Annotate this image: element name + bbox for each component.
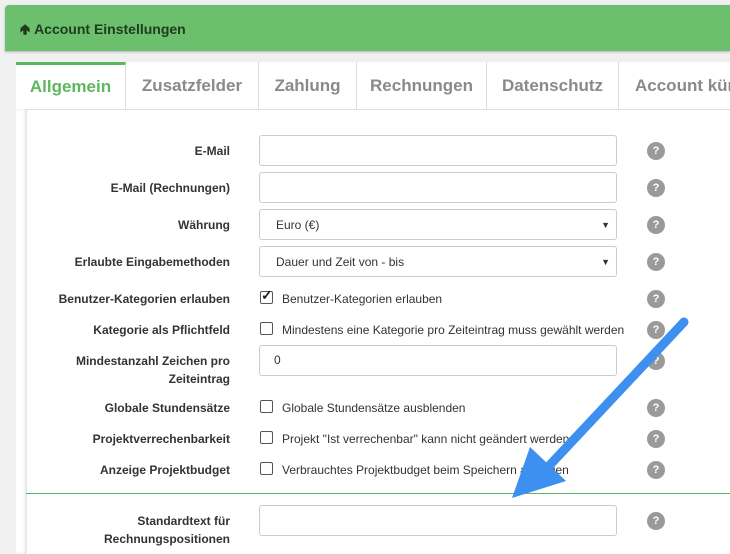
min-chars-label-line2: Zeiteintrag [168,372,230,386]
page-title[interactable]: 🢁 Account Einstellungen [20,19,186,43]
hourly-rates-checkbox[interactable] [260,400,273,413]
billability-checkbox[interactable] [260,431,273,444]
help-icon-min-chars[interactable]: ? [647,352,665,370]
tab-zusatzfelder[interactable]: Zusatzfelder [126,62,259,109]
section-divider [26,493,730,494]
billability-option: Projekt "Ist verrechenbar" kann nicht ge… [260,431,569,447]
email-label: E-Mail [194,144,230,158]
input-methods-select-value: Dauer und Zeit von - bis [276,255,405,269]
hourly-rates-label: Globale Stundensätze [104,401,230,415]
hourly-rates-text: Globale Stundensätze ausblenden [282,401,466,415]
category-required-checkbox[interactable] [260,322,273,335]
help-icon-user-categories[interactable]: ? [647,290,665,308]
min-chars-label-line1: Mindestanzahl Zeichen pro [75,354,230,368]
budget-checkbox[interactable] [260,462,273,475]
default-text-label: Standardtext für Rechnungspositionen [16,512,230,548]
tab-bar: Allgemein Zusatzfelder Zahlung Rechnunge… [16,62,730,110]
tab-account-kuendigen[interactable]: Account kün [619,62,730,109]
budget-text: Verbrauchtes Projektbudget beim Speicher… [282,463,569,477]
currency-select-value: Euro (€) [276,218,320,232]
help-icon-hourly-rates[interactable]: ? [647,399,665,417]
billability-label: Projektverrechenbarkeit [92,432,230,446]
help-icon-input-methods[interactable]: ? [647,253,665,271]
default-text-field[interactable] [259,505,617,536]
min-chars-label: Mindestanzahl Zeichen pro Zeiteintrag [16,352,230,388]
tab-allgemein[interactable]: Allgemein [16,62,126,109]
input-methods-select[interactable]: Dauer und Zeit von - bis ▼ [259,246,617,277]
email-invoices-field[interactable] [259,172,617,203]
email-invoices-label: E-Mail (Rechnungen) [110,181,230,195]
help-icon-billability[interactable]: ? [647,430,665,448]
help-icon-budget[interactable]: ? [647,461,665,479]
default-text-label-line2: Rechnungspositionen [104,532,230,546]
currency-label: Währung [178,218,230,232]
category-required-option: Mindestens eine Kategorie pro Zeiteintra… [260,322,624,338]
help-icon-email[interactable]: ? [647,142,665,160]
category-required-text: Mindestens eine Kategorie pro Zeiteintra… [282,323,625,337]
default-text-label-line1: Standardtext für [137,514,230,528]
tab-datenschutz[interactable]: Datenschutz [487,62,619,109]
help-icon-default-text[interactable]: ? [647,512,665,530]
arrow-up-icon: 🢁 [20,21,31,37]
category-required-label: Kategorie als Pflichtfeld [93,323,230,337]
budget-label: Anzeige Projektbudget [99,463,230,477]
user-categories-option: ✓ Benutzer-Kategorien erlauben [260,287,443,307]
page-title-text: Account Einstellungen [34,21,186,37]
min-chars-field[interactable]: 0 [259,345,617,376]
input-methods-label: Erlaubte Eingabemethoden [74,255,230,269]
email-field[interactable] [259,135,617,166]
budget-option: Verbrauchtes Projektbudget beim Speicher… [260,462,569,478]
page-header: 🢁 Account Einstellungen [5,5,730,51]
caret-down-icon: ▼ [601,257,610,267]
help-icon-currency[interactable]: ? [647,216,665,234]
billability-text: Projekt "Ist verrechenbar" kann nicht ge… [282,432,570,446]
tab-zahlung[interactable]: Zahlung [259,62,357,109]
caret-down-icon: ▼ [601,220,610,230]
help-icon-email-invoices[interactable]: ? [647,179,665,197]
check-icon: ✓ [261,287,273,303]
user-categories-checkbox[interactable]: ✓ [260,287,273,304]
tab-rechnungen[interactable]: Rechnungen [357,62,487,109]
currency-select[interactable]: Euro (€) ▼ [259,209,617,240]
hourly-rates-option: Globale Stundensätze ausblenden [260,400,465,416]
user-categories-text: Benutzer-Kategorien erlauben [282,292,443,306]
user-categories-label: Benutzer-Kategorien erlauben [58,292,230,306]
help-icon-category-required[interactable]: ? [647,321,665,339]
